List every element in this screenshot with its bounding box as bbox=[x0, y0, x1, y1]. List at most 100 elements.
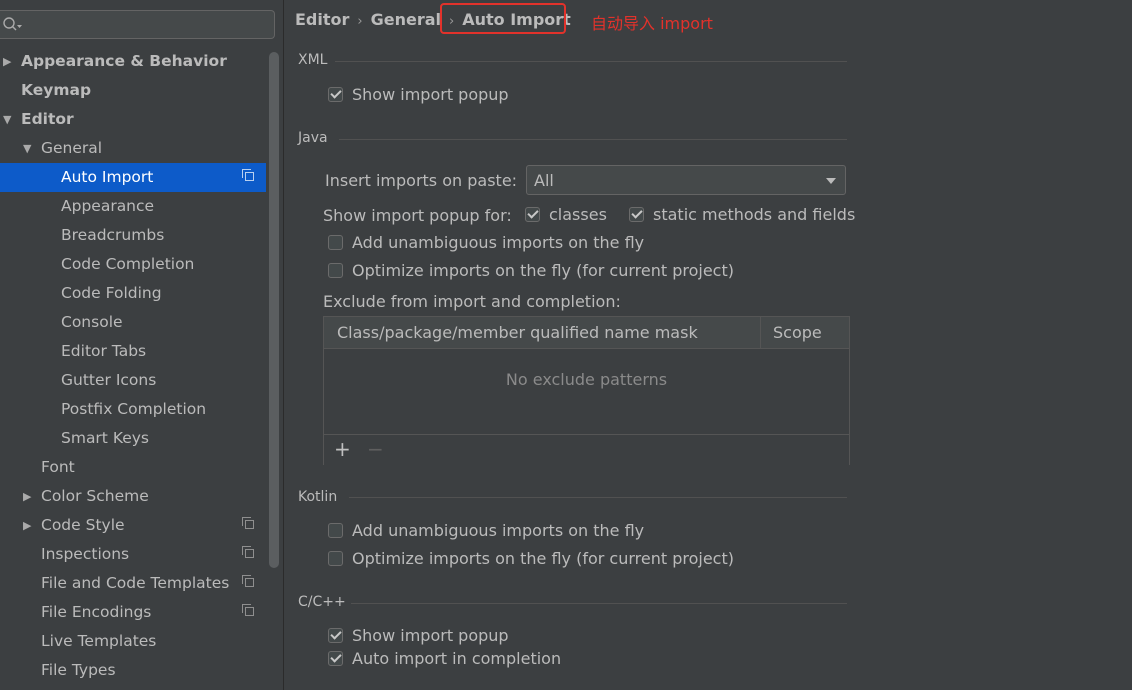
sidebar-item-general[interactable]: ▼ General bbox=[0, 134, 266, 163]
sidebar-item-code-style[interactable]: ▶ Code Style bbox=[0, 511, 266, 540]
project-scope-icon bbox=[242, 546, 254, 558]
sidebar-item-label: Console bbox=[61, 313, 123, 331]
cpp-show-popup-option[interactable]: Show import popup bbox=[328, 625, 509, 647]
sidebar-item-editor-tabs[interactable]: Editor Tabs bbox=[0, 337, 266, 366]
sidebar-item-gutter-icons[interactable]: Gutter Icons bbox=[0, 366, 266, 395]
highlight-box bbox=[440, 3, 566, 34]
xml-show-popup-checkbox[interactable] bbox=[328, 87, 343, 102]
popup-classes-option[interactable]: classes bbox=[525, 204, 607, 226]
sidebar-item-smart-keys[interactable]: Smart Keys bbox=[0, 424, 266, 453]
kotlin-optimize-option[interactable]: Optimize imports on the fly (for current… bbox=[328, 548, 734, 570]
section-divider bbox=[339, 139, 847, 140]
expand-arrow-icon[interactable]: ▶ bbox=[3, 47, 15, 76]
table-toolbar: + − bbox=[324, 434, 849, 465]
sidebar-item-label: Editor bbox=[21, 110, 74, 128]
option-label: Optimize imports on the fly (for current… bbox=[352, 261, 734, 280]
sidebar-item-file-code-templates[interactable]: File and Code Templates bbox=[0, 569, 266, 598]
sidebar-item-appearance[interactable]: Appearance bbox=[0, 192, 266, 221]
settings-panel: Editor › General › Auto Import 自动导入 import X… bbox=[285, 0, 1132, 690]
insert-imports-dropdown[interactable]: All bbox=[526, 165, 846, 195]
expand-arrow-icon[interactable]: ▶ bbox=[23, 511, 35, 540]
cpp-auto-import-option[interactable]: Auto import in completion bbox=[328, 648, 561, 670]
search-icon bbox=[3, 17, 22, 31]
project-scope-icon bbox=[242, 517, 254, 529]
sidebar-item-code-folding[interactable]: Code Folding bbox=[0, 279, 266, 308]
sidebar-item-postfix-completion[interactable]: Postfix Completion bbox=[0, 395, 266, 424]
cpp-auto-import-checkbox[interactable] bbox=[328, 651, 343, 666]
sidebar-item-appearance-behavior[interactable]: ▶ Appearance & Behavior bbox=[0, 47, 266, 76]
breadcrumb-editor[interactable]: Editor bbox=[295, 10, 349, 29]
kotlin-add-unambiguous-option[interactable]: Add unambiguous imports on the fly bbox=[328, 520, 644, 542]
sidebar-item-label: Auto Import bbox=[61, 168, 154, 186]
settings-sidebar: ▶ Appearance & Behavior Keymap ▼ Editor … bbox=[0, 0, 284, 690]
xml-show-popup-option[interactable]: Show import popup bbox=[328, 84, 509, 106]
popup-static-checkbox[interactable] bbox=[629, 207, 644, 222]
project-scope-icon bbox=[242, 604, 254, 616]
remove-icon[interactable]: − bbox=[367, 437, 384, 461]
sidebar-item-file-encodings[interactable]: File Encodings bbox=[0, 598, 266, 627]
search-field[interactable] bbox=[0, 10, 275, 39]
sidebar-item-label: Font bbox=[41, 458, 75, 476]
cpp-show-popup-checkbox[interactable] bbox=[328, 628, 343, 643]
add-icon[interactable]: + bbox=[334, 437, 351, 461]
java-add-unambiguous-checkbox[interactable] bbox=[328, 235, 343, 250]
insert-imports-label: Insert imports on paste: bbox=[325, 171, 518, 190]
annotation-text: 自动导入 import bbox=[591, 14, 713, 33]
java-optimize-checkbox[interactable] bbox=[328, 263, 343, 278]
sidebar-item-label: Appearance bbox=[61, 197, 155, 215]
option-label: Add unambiguous imports on the fly bbox=[352, 521, 645, 540]
sidebar-item-label: Postfix Completion bbox=[61, 400, 207, 418]
breadcrumb-separator: › bbox=[357, 14, 363, 29]
sidebar-item-label: File Types bbox=[41, 661, 116, 679]
section-title-xml: XML bbox=[298, 52, 328, 68]
popup-classes-checkbox[interactable] bbox=[525, 207, 540, 222]
sidebar-item-live-templates[interactable]: Live Templates bbox=[0, 627, 266, 656]
sidebar-item-code-completion[interactable]: Code Completion bbox=[0, 250, 266, 279]
breadcrumb-general[interactable]: General bbox=[371, 10, 441, 29]
dropdown-arrow-icon bbox=[826, 178, 836, 184]
project-scope-icon bbox=[242, 169, 254, 181]
option-label: static methods and fields bbox=[653, 205, 856, 224]
sidebar-item-file-types[interactable]: File Types bbox=[0, 656, 266, 685]
sidebar-item-label: Code Completion bbox=[61, 255, 195, 273]
expand-arrow-icon[interactable]: ▶ bbox=[23, 482, 35, 511]
collapse-arrow-icon[interactable]: ▼ bbox=[23, 134, 35, 163]
collapse-arrow-icon[interactable]: ▼ bbox=[3, 105, 15, 134]
section-title-java: Java bbox=[298, 130, 328, 146]
popup-static-option[interactable]: static methods and fields bbox=[629, 204, 855, 226]
option-label: Show import popup bbox=[352, 626, 509, 645]
sidebar-item-label: General bbox=[41, 139, 103, 157]
java-optimize-option[interactable]: Optimize imports on the fly (for current… bbox=[328, 260, 734, 282]
sidebar-item-label: Code Folding bbox=[61, 284, 162, 302]
sidebar-item-breadcrumbs[interactable]: Breadcrumbs bbox=[0, 221, 266, 250]
project-scope-icon bbox=[242, 575, 254, 587]
sidebar-item-color-scheme[interactable]: ▶ Color Scheme bbox=[0, 482, 266, 511]
sidebar-item-label: Editor Tabs bbox=[61, 342, 147, 360]
option-label: Add unambiguous imports on the fly bbox=[352, 233, 645, 252]
sidebar-item-editor[interactable]: ▼ Editor bbox=[0, 105, 266, 134]
kotlin-optimize-checkbox[interactable] bbox=[328, 551, 343, 566]
dropdown-value: All bbox=[534, 171, 554, 190]
exclude-label: Exclude from import and completion: bbox=[323, 292, 621, 311]
column-header-scope[interactable]: Scope bbox=[773, 317, 822, 348]
empty-state-text: No exclude patterns bbox=[505, 370, 668, 389]
sidebar-scrollbar[interactable] bbox=[269, 52, 279, 568]
section-title-cpp: C/C++ bbox=[298, 594, 346, 610]
sidebar-item-console[interactable]: Console bbox=[0, 308, 266, 337]
column-header-mask[interactable]: Class/package/member qualified name mask bbox=[337, 317, 698, 348]
sidebar-item-keymap[interactable]: Keymap bbox=[0, 76, 266, 105]
sidebar-item-label: Appearance & Behavior bbox=[21, 52, 227, 70]
show-popup-for-label: Show import popup for: bbox=[323, 206, 512, 225]
option-label: Show import popup bbox=[352, 85, 509, 104]
section-divider bbox=[349, 497, 847, 498]
sidebar-item-label: Breadcrumbs bbox=[61, 226, 165, 244]
kotlin-add-unambiguous-checkbox[interactable] bbox=[328, 523, 343, 538]
sidebar-item-label: Color Scheme bbox=[41, 487, 149, 505]
sidebar-item-font[interactable]: Font bbox=[0, 453, 266, 482]
sidebar-item-inspections[interactable]: Inspections bbox=[0, 540, 266, 569]
section-title-kotlin: Kotlin bbox=[298, 489, 338, 505]
section-divider bbox=[351, 603, 847, 604]
java-add-unambiguous-option[interactable]: Add unambiguous imports on the fly bbox=[328, 232, 644, 254]
exclude-table: Class/package/member qualified name mask… bbox=[323, 316, 850, 465]
sidebar-item-auto-import[interactable]: Auto Import bbox=[0, 163, 266, 192]
